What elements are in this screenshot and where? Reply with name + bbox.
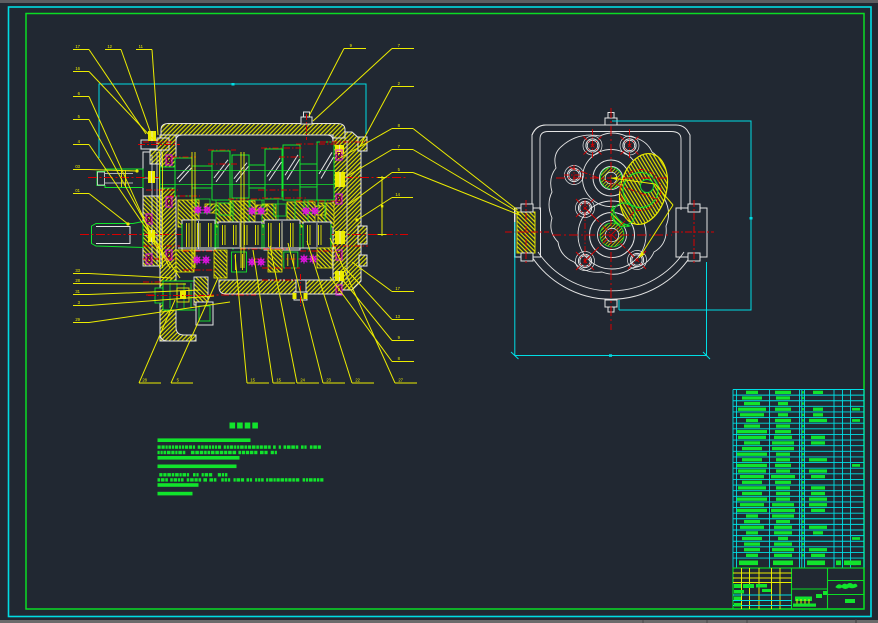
svg-text:29: 29: [75, 317, 80, 322]
svg-text:31: 31: [75, 289, 80, 294]
svg-text:01: 01: [75, 188, 80, 193]
svg-text:14: 14: [395, 192, 400, 197]
svg-text:13: 13: [395, 314, 400, 319]
svg-text:28: 28: [75, 278, 80, 283]
svg-text:15: 15: [250, 378, 255, 383]
svg-text:12: 12: [107, 44, 112, 49]
svg-text:17: 17: [75, 44, 80, 49]
svg-text:23: 23: [326, 378, 331, 383]
svg-text:28: 28: [142, 378, 147, 383]
svg-text:15: 15: [276, 378, 281, 383]
svg-text:03: 03: [75, 164, 80, 169]
svg-text:33: 33: [75, 268, 80, 273]
svg-text:22: 22: [355, 378, 360, 383]
svg-text:27: 27: [398, 378, 403, 383]
svg-text:17: 17: [395, 286, 400, 291]
svg-text:16: 16: [75, 66, 80, 71]
svg-text:24: 24: [300, 378, 305, 383]
svg-text:11: 11: [139, 44, 144, 49]
